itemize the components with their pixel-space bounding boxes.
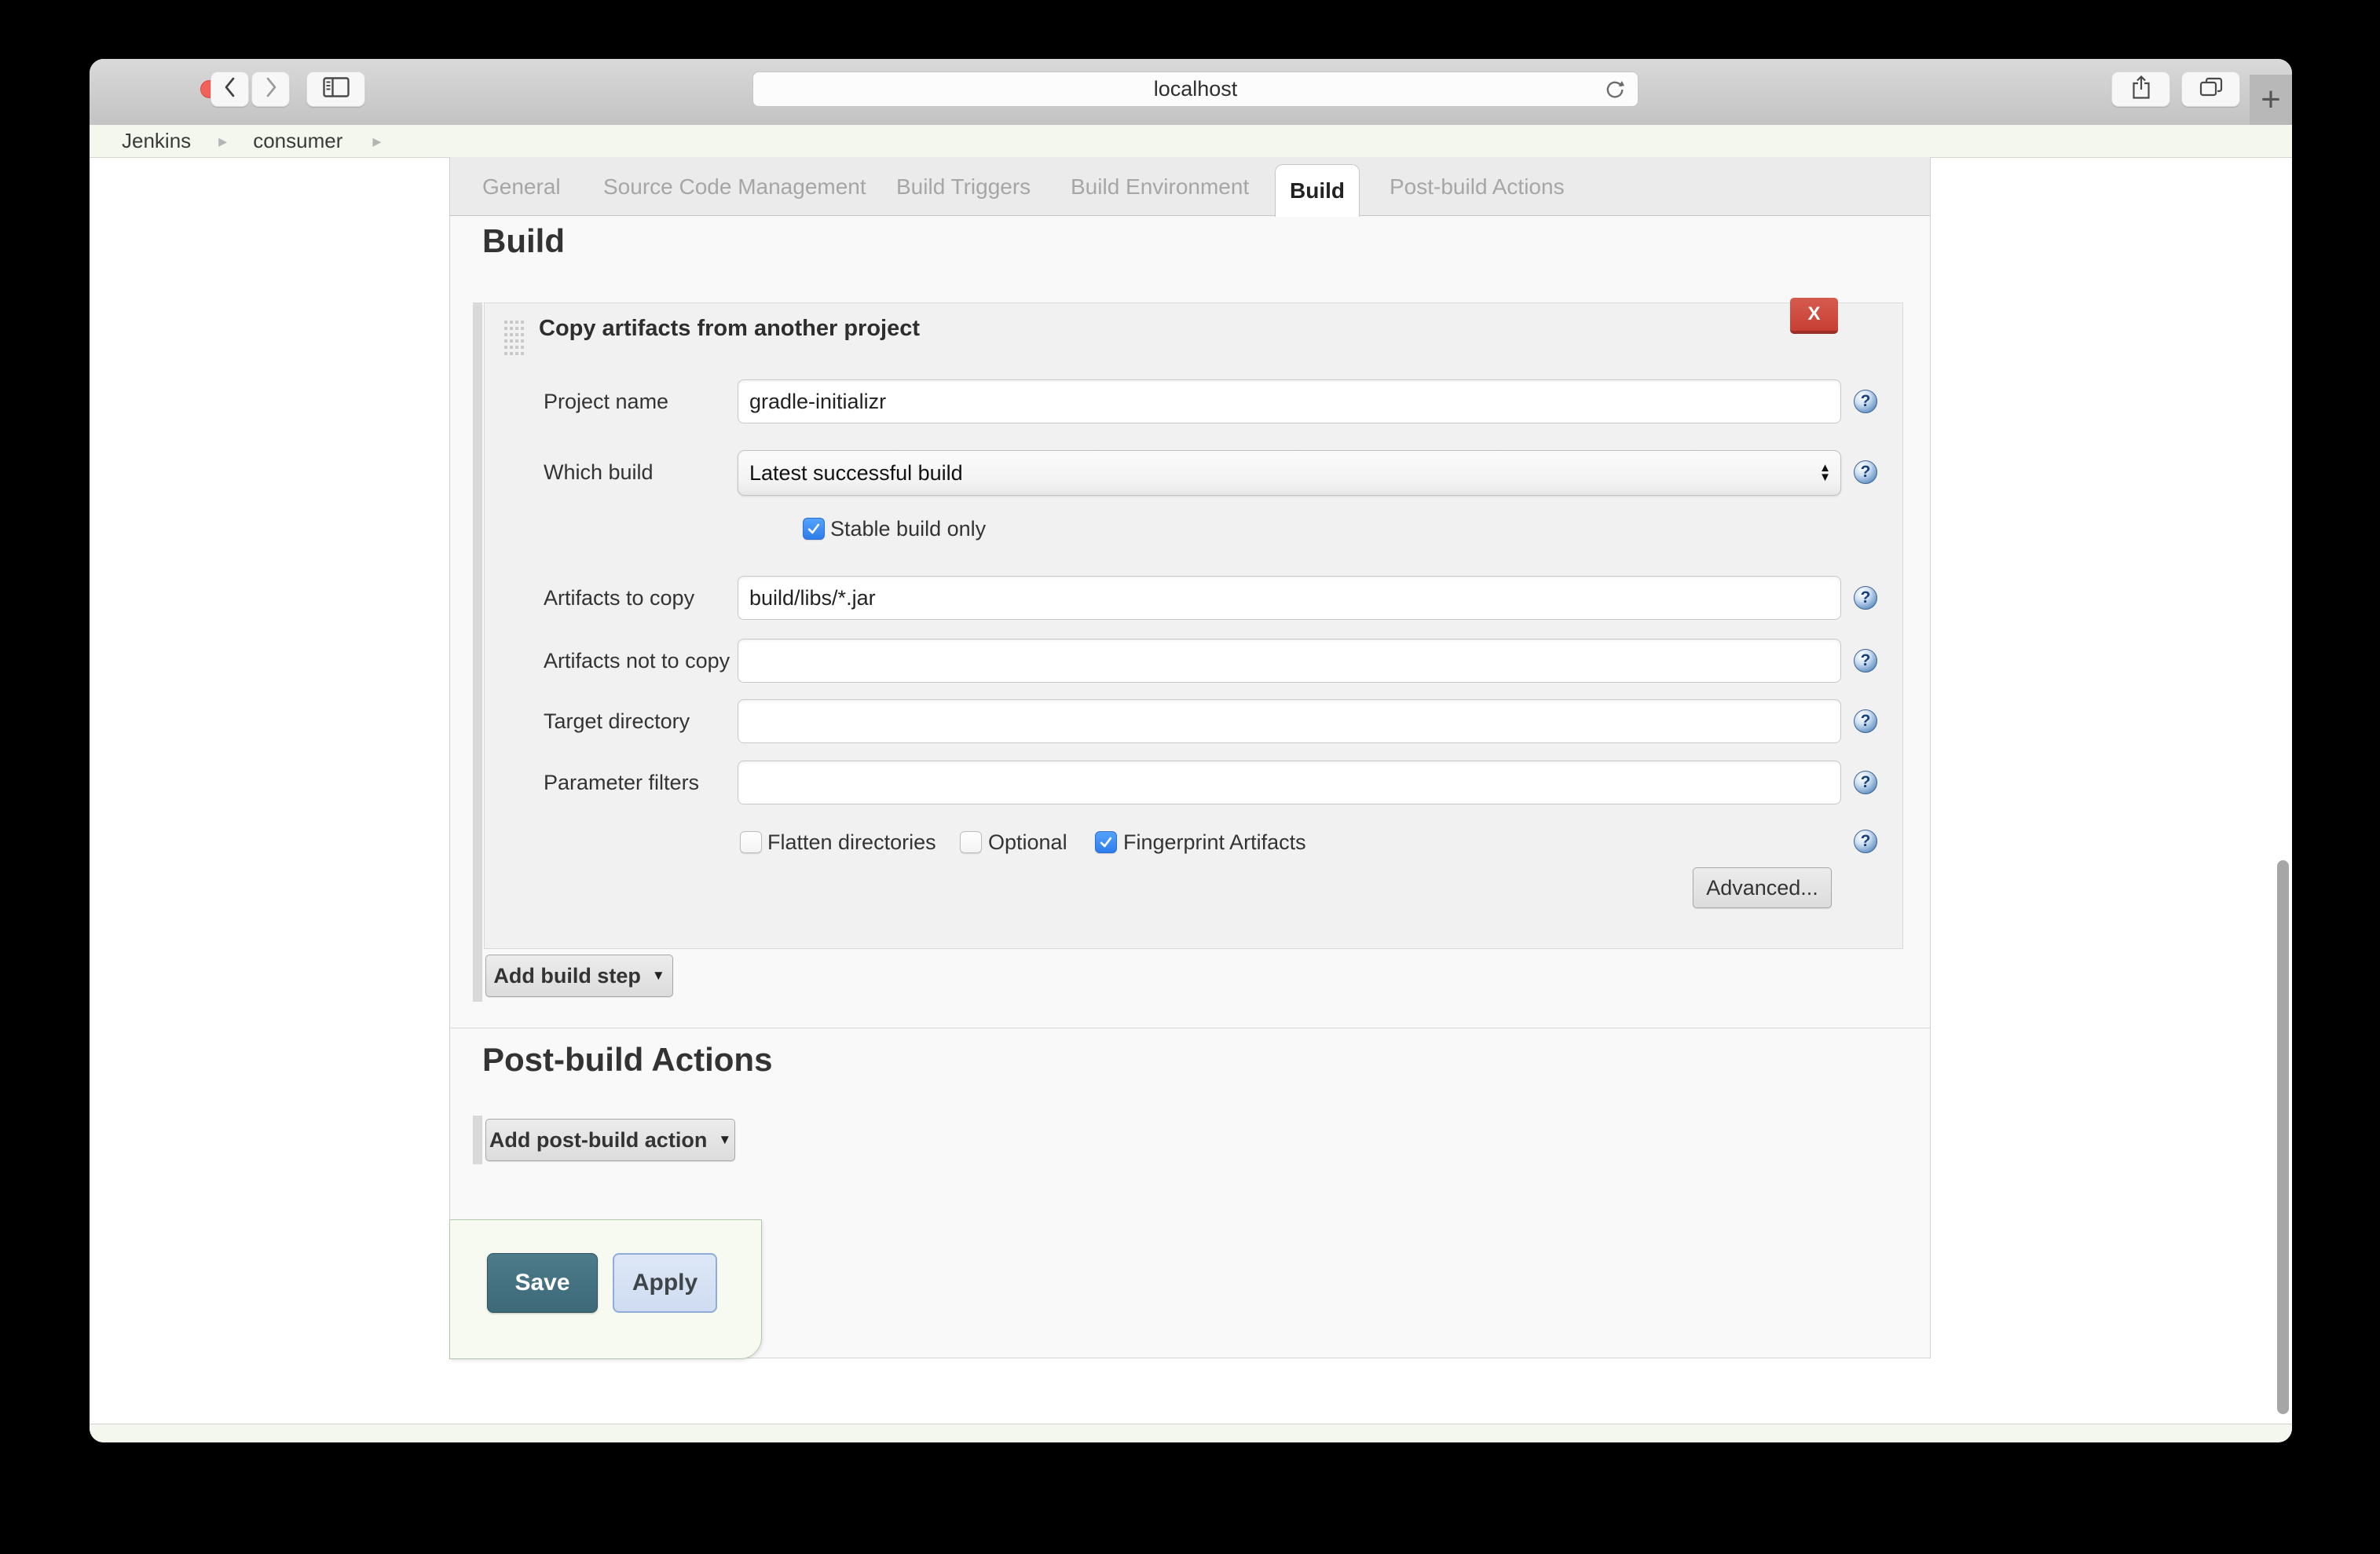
add-post-build-action-button[interactable]: Add post-build action ▼	[485, 1119, 735, 1161]
build-step-drag-bar[interactable]	[473, 302, 482, 1002]
sidebar-toggle-button[interactable]	[306, 71, 365, 107]
help-icon[interactable]: ?	[1854, 709, 1877, 733]
artifacts-to-copy-label: Artifacts to copy	[544, 586, 695, 610]
delete-build-step-button[interactable]: X	[1790, 298, 1838, 334]
help-icon[interactable]: ?	[1854, 771, 1877, 794]
optional-checkbox[interactable]	[960, 831, 982, 853]
chevron-down-icon: ▼	[651, 968, 665, 983]
stable-build-only-checkbox[interactable]	[803, 518, 825, 540]
url-bar[interactable]: localhost	[752, 71, 1639, 107]
apply-button[interactable]: Apply	[613, 1253, 717, 1313]
project-name-input[interactable]	[738, 379, 1841, 423]
tab-general[interactable]: General	[482, 157, 561, 216]
back-icon	[222, 76, 239, 102]
close-icon: X	[1807, 303, 1821, 324]
check-icon	[1100, 837, 1112, 848]
which-build-label: Which build	[544, 460, 654, 484]
drag-handle-icon[interactable]	[504, 321, 525, 361]
optional-label: Optional	[988, 830, 1067, 854]
url-text: localhost	[1153, 77, 1238, 101]
add-build-step-button[interactable]: Add build step ▼	[485, 955, 673, 997]
page-footer	[90, 1424, 2292, 1442]
fingerprint-artifacts-label: Fingerprint Artifacts	[1123, 830, 1306, 854]
check-icon	[807, 523, 820, 534]
build-step-title: Copy artifacts from another project	[539, 316, 921, 341]
breadcrumb-item-jenkins[interactable]: Jenkins	[122, 129, 191, 153]
tab-build[interactable]: Build	[1275, 164, 1360, 217]
new-tab-button[interactable]: +	[2250, 75, 2292, 125]
chevron-right-icon: ▸	[372, 130, 382, 151]
stable-build-only-label: Stable build only	[830, 517, 987, 541]
forward-button[interactable]	[251, 71, 290, 107]
build-step-copy-artifacts: Copy artifacts from another project X Pr…	[484, 298, 1903, 949]
save-panel: Save Apply	[449, 1219, 762, 1359]
breadcrumb: Jenkins ▸ consumer ▸	[90, 125, 2292, 158]
artifacts-not-to-copy-label: Artifacts not to copy	[544, 649, 730, 673]
advanced-button[interactable]: Advanced...	[1693, 867, 1832, 908]
project-name-label: Project name	[544, 390, 669, 413]
which-build-selected-option: Latest successful build	[749, 460, 963, 485]
tab-build-triggers[interactable]: Build Triggers	[896, 157, 1031, 216]
share-icon	[2131, 75, 2151, 104]
share-button[interactable]	[2111, 71, 2170, 107]
post-build-actions-heading: Post-build Actions	[482, 1041, 773, 1078]
parameter-filters-label: Parameter filters	[544, 771, 700, 794]
chevron-down-icon: ▼	[718, 1132, 732, 1147]
artifacts-not-to-copy-input[interactable]	[738, 639, 1841, 683]
help-icon[interactable]: ?	[1854, 649, 1877, 673]
build-section-heading: Build	[482, 222, 565, 259]
forward-icon	[262, 76, 280, 102]
sidebar-icon	[322, 76, 350, 102]
help-icon[interactable]: ?	[1854, 460, 1877, 484]
chevron-right-icon: ▸	[218, 130, 228, 151]
refresh-icon[interactable]	[1603, 79, 1627, 108]
parameter-filters-input[interactable]	[738, 761, 1841, 804]
tab-build-environment[interactable]: Build Environment	[1071, 157, 1249, 216]
select-stepper-icon: ▲ ▼	[1819, 461, 1831, 484]
fingerprint-artifacts-checkbox[interactable]	[1095, 831, 1117, 853]
target-directory-label: Target directory	[544, 709, 690, 733]
tab-post-build-actions[interactable]: Post-build Actions	[1390, 157, 1565, 216]
page-scrollbar[interactable]	[2277, 860, 2289, 1414]
flatten-directories-checkbox[interactable]	[740, 831, 762, 853]
tab-overview-button[interactable]	[2181, 71, 2240, 107]
flatten-directories-label: Flatten directories	[767, 830, 936, 854]
browser-window: localhost + Jenkins ▸ consumer ▸ General…	[90, 59, 2292, 1442]
help-icon[interactable]: ?	[1854, 390, 1877, 413]
breadcrumb-item-consumer[interactable]: consumer	[253, 129, 342, 153]
save-button[interactable]: Save	[487, 1253, 598, 1313]
job-config-panel: General Source Code Management Build Tri…	[449, 157, 1931, 1359]
tabs-icon	[2199, 77, 2223, 101]
which-build-select[interactable]: Latest successful build ▲ ▼	[738, 450, 1841, 496]
post-build-drag-bar[interactable]	[473, 1116, 482, 1164]
target-directory-input[interactable]	[738, 699, 1841, 743]
config-tab-bar: General Source Code Management Build Tri…	[450, 157, 1930, 217]
plus-icon: +	[2261, 80, 2281, 119]
back-button[interactable]	[211, 71, 249, 107]
help-icon[interactable]: ?	[1854, 586, 1877, 610]
browser-toolbar: localhost +	[90, 59, 2292, 126]
artifacts-to-copy-input[interactable]	[738, 576, 1841, 620]
help-icon[interactable]: ?	[1854, 830, 1877, 853]
tab-source-code-management[interactable]: Source Code Management	[603, 157, 866, 216]
